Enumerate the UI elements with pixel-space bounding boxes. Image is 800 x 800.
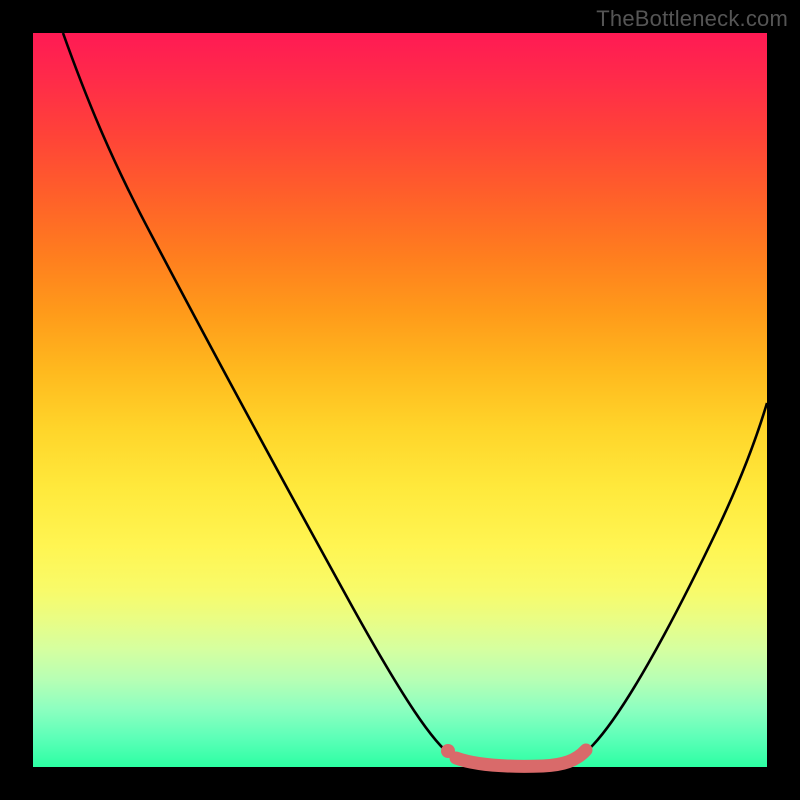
bottleneck-curve — [63, 33, 767, 766]
flat-segment-highlight — [456, 750, 586, 766]
chart-canvas — [33, 33, 767, 767]
chart-frame: TheBottleneck.com — [0, 0, 800, 800]
watermark-text: TheBottleneck.com — [596, 6, 788, 32]
marker-dot-icon — [441, 744, 455, 758]
